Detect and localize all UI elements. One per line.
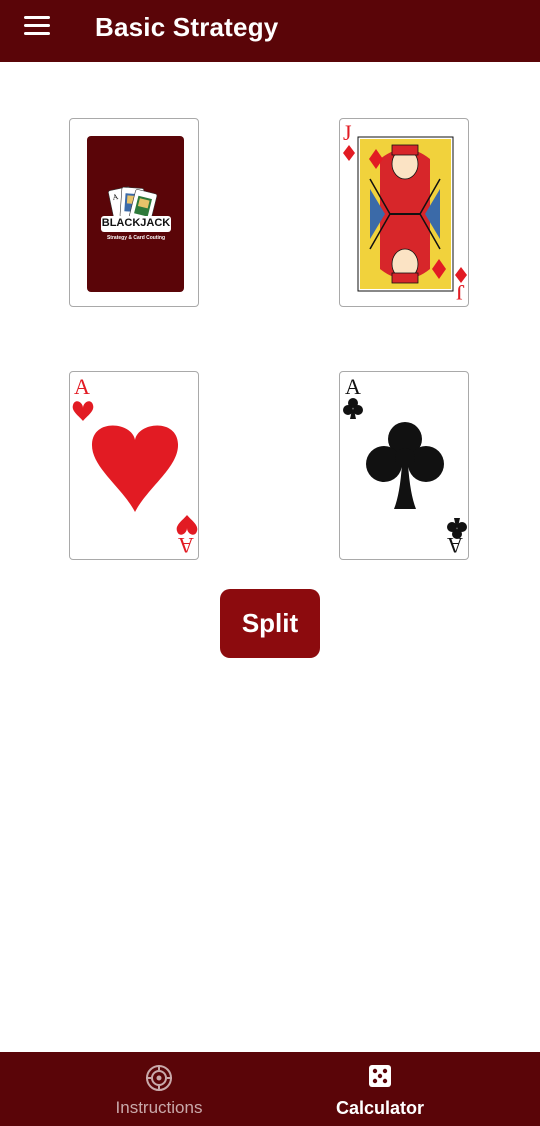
card-rank-bottom: J <box>456 280 465 305</box>
card-rank-top: J <box>343 120 352 145</box>
dealer-upcard-jack-of-diamonds: J J <box>339 118 469 307</box>
jack-face-art <box>343 136 467 292</box>
nav-item-calculator[interactable]: Calculator <box>245 1052 515 1126</box>
split-button[interactable]: Split <box>220 589 320 658</box>
player-card-ace-of-hearts: A A <box>69 371 199 560</box>
player-card-ace-of-clubs: A A <box>339 371 469 560</box>
nav-label-calculator: Calculator <box>335 1098 425 1118</box>
heart-suit-icon <box>72 401 198 535</box>
hamburger-menu-icon[interactable] <box>24 16 50 36</box>
card-rank-top: A <box>74 374 90 399</box>
card-back-art: A <box>87 136 184 292</box>
dice-icon <box>369 1065 391 1087</box>
card-rank-bottom: A <box>178 533 194 558</box>
app-bar: Basic Strategy <box>0 0 540 62</box>
page-title: Basic Strategy <box>95 12 279 42</box>
card-rank-top: A <box>345 374 361 399</box>
bottom-navigation: Instructions Calculator <box>0 1052 540 1126</box>
card-rank-bottom: A <box>447 533 463 558</box>
dealer-card-back: A BLACKJACK Strategy & Card Couting <box>69 118 199 307</box>
card-back-tagline: Strategy & Card Couting <box>106 235 166 241</box>
card-back-brand: BLACKJACK <box>101 217 171 229</box>
club-suit-icon <box>343 398 467 539</box>
target-icon <box>146 1065 172 1091</box>
